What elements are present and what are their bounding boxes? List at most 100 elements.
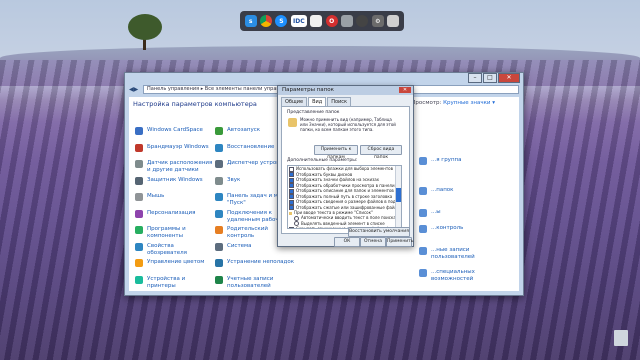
item-icon: [419, 225, 427, 233]
safari-icon[interactable]: [356, 15, 369, 27]
item-label: Устройства и принтеры: [147, 275, 186, 289]
checkbox-icon[interactable]: [289, 188, 294, 194]
control-panel-item[interactable]: Датчик расположения и другие датчики: [135, 160, 215, 174]
item-label: Автозапуск: [227, 127, 261, 133]
control-panel-item[interactable]: Устранение неполадок: [215, 259, 295, 267]
item-label: ...контроль: [431, 225, 464, 231]
control-panel-item[interactable]: Защитник Windows: [135, 176, 215, 185]
item-icon: [135, 242, 143, 251]
control-panel-item[interactable]: Персонализация: [135, 209, 215, 218]
dialog-close-button[interactable]: ✕: [399, 87, 411, 93]
chrome-icon[interactable]: [260, 15, 273, 27]
dialog-body: Представление папок Можно применить вид …: [281, 106, 410, 234]
advanced-setting-label: Отображать описание для папок и элементо…: [296, 188, 401, 193]
control-panel-item[interactable]: ...папок: [419, 187, 509, 195]
checkbox-icon[interactable]: [289, 211, 292, 215]
item-icon: [135, 127, 143, 135]
cancel-button[interactable]: Отмена: [360, 237, 386, 247]
item-icon: [215, 226, 223, 234]
item-icon: [135, 143, 143, 152]
restore-defaults-button[interactable]: Восстановить умолчания: [348, 227, 410, 237]
item-icon: [135, 226, 143, 234]
maximize-button[interactable]: □: [483, 73, 497, 83]
control-panel-item[interactable]: ...ы: [419, 209, 509, 217]
control-panel-item[interactable]: ...ные записи пользователей: [419, 247, 509, 261]
control-panel-item[interactable]: Свойства обозревателя: [135, 242, 215, 257]
item-icon: [135, 209, 143, 218]
apply-to-folders-button[interactable]: Применить к папкам: [314, 145, 358, 160]
tree: [128, 14, 162, 40]
page-title: Настройка параметров компьютера: [133, 100, 257, 108]
control-panel-item[interactable]: Мышь: [135, 193, 215, 201]
item-icon: [215, 176, 223, 185]
control-panel-item[interactable]: ...контроль: [419, 225, 509, 233]
list-scrollbar[interactable]: [395, 166, 401, 228]
control-panel-item[interactable]: Windows CardSpace: [135, 127, 215, 135]
control-panel-item[interactable]: Учетные записи пользователей: [215, 275, 295, 290]
item-label: Звук: [227, 176, 241, 183]
checkbox-icon[interactable]: [289, 166, 294, 172]
advanced-setting-label: Отображать обработчики просмотра в панел…: [296, 182, 395, 188]
control-panel-item[interactable]: ...я группа: [419, 157, 509, 165]
skype-icon[interactable]: s: [244, 15, 257, 27]
gear-icon[interactable]: ⚙: [371, 15, 384, 27]
control-panel-item[interactable]: Устройства и принтеры: [135, 275, 215, 290]
item-icon: [135, 160, 143, 168]
item-label: Мышь: [147, 193, 165, 199]
item-label: ...я группа: [431, 157, 462, 163]
item-label: Устранение неполадок: [227, 259, 295, 265]
checkbox-icon[interactable]: [289, 177, 294, 183]
tab-search[interactable]: Поиск: [327, 97, 352, 106]
tab-view[interactable]: Вид: [308, 97, 327, 106]
control-panel-item[interactable]: ...специальных возможностей: [419, 269, 509, 283]
opera-icon[interactable]: O: [325, 15, 338, 27]
ok-button[interactable]: ОК: [334, 237, 360, 247]
reset-folders-button[interactable]: Сброс вида папок: [360, 145, 402, 160]
control-panel-item[interactable]: Программы и компоненты: [135, 226, 215, 240]
minimize-button[interactable]: –: [468, 73, 482, 83]
item-label: Датчик расположения и другие датчики: [147, 160, 213, 173]
item-icon: [215, 209, 223, 218]
item-icon: [419, 247, 427, 255]
checkbox-icon[interactable]: [289, 226, 294, 228]
apply-button[interactable]: Применить: [386, 237, 413, 247]
item-label: Персонализация: [147, 209, 196, 216]
idc-icon[interactable]: IDC: [290, 15, 307, 27]
checkbox-icon[interactable]: [289, 199, 294, 205]
trash-icon[interactable]: [387, 15, 400, 27]
settings-icon[interactable]: [341, 15, 354, 27]
advanced-settings-list[interactable]: Использовать флажки для выбора элементов…: [287, 165, 402, 229]
recycle-bin-icon[interactable]: [614, 330, 628, 346]
advanced-setting-label: Отображать полный путь в строке заголовк…: [296, 193, 393, 199]
item-label: Программы и компоненты: [147, 226, 186, 239]
item-label: ...ные записи пользователей: [431, 247, 475, 260]
item-icon: [419, 209, 427, 217]
group-title: Представление папок: [287, 110, 340, 115]
control-panel-item[interactable]: Брандмауэр Windows: [135, 143, 215, 152]
item-label: ...ы: [431, 209, 441, 215]
notepad-icon[interactable]: [310, 15, 323, 27]
item-icon: [215, 127, 223, 135]
back-forward-icon[interactable]: ◀▶: [129, 86, 143, 93]
window-titlebar: – □ ✕: [125, 73, 523, 85]
scroll-thumb[interactable]: [396, 188, 401, 202]
skype-s-icon[interactable]: S: [275, 15, 288, 27]
item-icon: [419, 187, 427, 195]
view-selector[interactable]: Просмотр: Крупные значки ▾: [411, 100, 495, 106]
item-icon: [215, 275, 223, 284]
item-icon: [215, 160, 223, 168]
item-icon: [135, 275, 143, 284]
advanced-setting-label: Автоматически вводить текст в поле поиск…: [301, 215, 396, 221]
item-label: Управление цветом: [147, 259, 205, 265]
close-button[interactable]: ✕: [498, 73, 520, 83]
item-icon: [419, 157, 427, 165]
advanced-setting-label: При вводе текста в режиме "Список": [294, 210, 373, 215]
control-panel-item[interactable]: Управление цветом: [135, 259, 215, 267]
item-label: Брандмауэр Windows: [147, 143, 209, 150]
item-icon: [135, 259, 143, 267]
item-label: ...специальных возможностей: [431, 269, 475, 282]
item-label: Защитник Windows: [147, 176, 203, 183]
tab-general[interactable]: Общие: [281, 97, 308, 106]
folder-options-dialog: Параметры папок ✕ Общие Вид Поиск Предст…: [277, 85, 414, 247]
view-value[interactable]: Крупные значки ▾: [443, 100, 495, 106]
